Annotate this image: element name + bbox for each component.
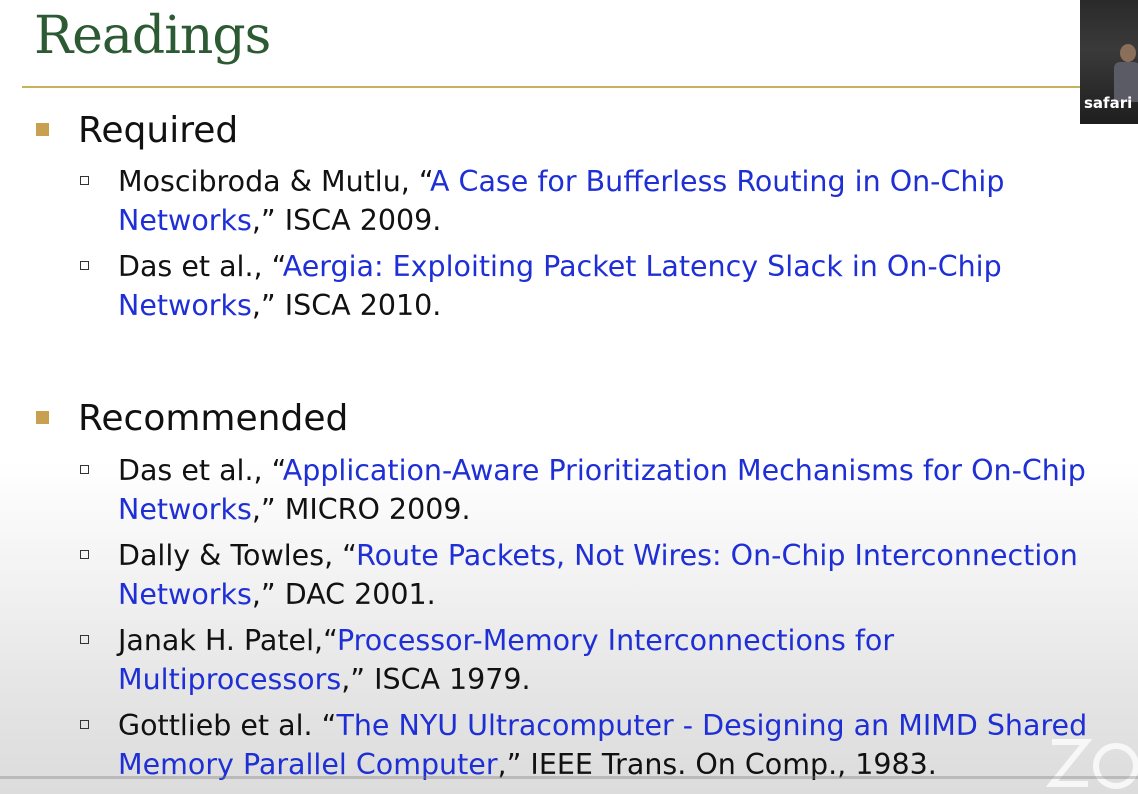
reference-authors: Janak H. Patel,“ [118,624,337,657]
title-divider [22,86,1102,88]
reference-authors: Gottlieb et al. “ [118,709,337,742]
hollow-square-bullet-icon [80,550,89,559]
reference-text: Moscibroda & Mutlu, “A Case for Bufferle… [118,162,1108,240]
square-bullet-icon [36,411,49,424]
hollow-square-bullet-icon [80,635,89,644]
reference-text: Das et al., “Aergia: Exploiting Packet L… [118,247,1108,325]
reference-authors: Das et al., “ [118,454,283,487]
reference-venue: ,” ISCA 2010. [251,289,442,322]
reference-venue: ,” ISCA 1979. [341,663,531,696]
reference-text: Das et al., “Application-Aware Prioritiz… [118,451,1108,529]
video-progress-track [0,776,1138,779]
section-label-required: Required [78,110,239,151]
section-label-recommended: Recommended [78,398,349,439]
hollow-square-bullet-icon [80,176,89,185]
reference-venue: ,” ISCA 2009. [251,204,442,237]
reference-venue: ,” DAC 2001. [251,578,436,611]
hollow-square-bullet-icon [80,261,89,270]
reference-text: Dally & Towles, “Route Packets, Not Wire… [118,536,1108,614]
hollow-square-bullet-icon [80,720,89,729]
slide-title: Readings [34,6,271,66]
watermark-logo-icon [1046,739,1138,789]
reference-venue: ,” MICRO 2009. [251,493,471,526]
reference-authors: Dally & Towles, “ [118,539,357,572]
square-bullet-icon [36,123,49,136]
reference-authors: Das et al., “ [118,250,283,283]
reference-text: Janak H. Patel,“Processor-Memory Interco… [118,621,1108,699]
webcam-thumbnail: safari [1080,0,1138,124]
reference-authors: Moscibroda & Mutlu, “ [118,165,430,198]
reference-text: Gottlieb et al. “The NYU Ultracomputer -… [118,706,1108,784]
presenter-head [1120,44,1136,62]
hollow-square-bullet-icon [80,465,89,474]
webcam-label: safari [1084,94,1133,112]
